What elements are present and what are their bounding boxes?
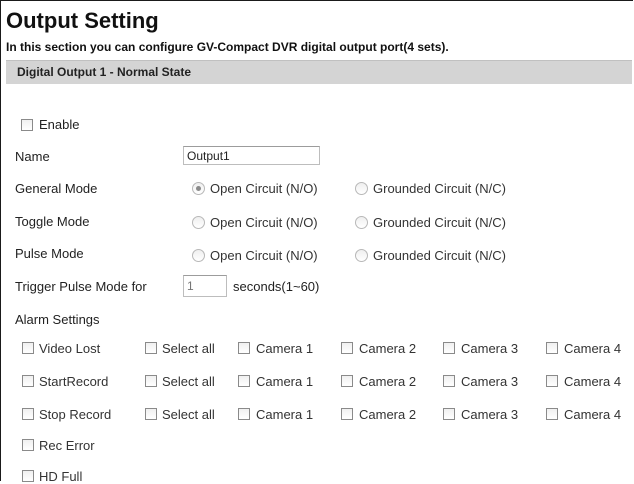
toggle-mode-grounded-radio[interactable] bbox=[355, 216, 368, 229]
start-record-camera-2-checkbox[interactable] bbox=[341, 375, 353, 387]
enable-checkbox[interactable] bbox=[21, 119, 33, 131]
video-lost-label: Video Lost bbox=[39, 341, 101, 356]
general-mode-grounded-radio[interactable] bbox=[355, 182, 368, 195]
pulse-mode-grounded-label: Grounded Circuit (N/C) bbox=[373, 248, 506, 263]
start-record-label: StartRecord bbox=[39, 374, 109, 389]
start-record-select-all-label: Select all bbox=[162, 374, 215, 389]
stop-record-camera-2-checkbox[interactable] bbox=[341, 408, 353, 420]
video-lost-camera-1-checkbox[interactable] bbox=[238, 342, 250, 354]
enable-label: Enable bbox=[39, 117, 80, 132]
stop-record-select-all-checkbox[interactable] bbox=[145, 408, 157, 420]
rec-error-label: Rec Error bbox=[39, 438, 95, 453]
name-input[interactable] bbox=[183, 146, 320, 165]
start-record-camera-3-label: Camera 3 bbox=[461, 374, 519, 389]
stop-record-select-all-label: Select all bbox=[162, 407, 215, 422]
hd-full-checkbox[interactable] bbox=[22, 470, 34, 482]
general-mode-label: General Mode bbox=[15, 181, 98, 196]
stop-record-camera-1-checkbox[interactable] bbox=[238, 408, 250, 420]
stop-record-camera-4-checkbox[interactable] bbox=[546, 408, 558, 420]
rec-error-checkbox[interactable] bbox=[22, 439, 34, 451]
trigger-pulse-seconds-input[interactable] bbox=[183, 275, 227, 297]
start-record-camera-3-checkbox[interactable] bbox=[443, 375, 455, 387]
start-record-camera-1-label: Camera 1 bbox=[256, 374, 314, 389]
stop-record-camera-1-label: Camera 1 bbox=[256, 407, 314, 422]
start-record-select-all-checkbox[interactable] bbox=[145, 375, 157, 387]
start-record-camera-2-label: Camera 2 bbox=[359, 374, 417, 389]
start-record-camera-1-checkbox[interactable] bbox=[238, 375, 250, 387]
page-title: Output Setting bbox=[6, 8, 159, 33]
hd-full-label: HD Full bbox=[39, 469, 83, 484]
toggle-mode-label: Toggle Mode bbox=[15, 214, 90, 229]
stop-record-checkbox[interactable] bbox=[22, 408, 34, 420]
toggle-mode-grounded-label: Grounded Circuit (N/C) bbox=[373, 215, 506, 230]
stop-record-camera-3-label: Camera 3 bbox=[461, 407, 519, 422]
trigger-pulse-suffix: seconds(1~60) bbox=[233, 279, 320, 294]
stop-record-camera-3-checkbox[interactable] bbox=[443, 408, 455, 420]
name-label: Name bbox=[15, 149, 50, 164]
pulse-mode-open-radio[interactable] bbox=[192, 249, 205, 262]
stop-record-camera-2-label: Camera 2 bbox=[359, 407, 417, 422]
general-mode-open-label: Open Circuit (N/O) bbox=[210, 181, 318, 196]
video-lost-select-all-checkbox[interactable] bbox=[145, 342, 157, 354]
video-lost-camera-3-checkbox[interactable] bbox=[443, 342, 455, 354]
video-lost-camera-4-checkbox[interactable] bbox=[546, 342, 558, 354]
video-lost-camera-2-checkbox[interactable] bbox=[341, 342, 353, 354]
video-lost-camera-3-label: Camera 3 bbox=[461, 341, 519, 356]
start-record-checkbox[interactable] bbox=[22, 375, 34, 387]
video-lost-select-all-label: Select all bbox=[162, 341, 215, 356]
toggle-mode-open-label: Open Circuit (N/O) bbox=[210, 215, 318, 230]
stop-record-label: Stop Record bbox=[39, 407, 112, 422]
video-lost-camera-1-label: Camera 1 bbox=[256, 341, 314, 356]
video-lost-checkbox[interactable] bbox=[22, 342, 34, 354]
start-record-camera-4-label: Camera 4 bbox=[564, 374, 622, 389]
alarm-settings-label: Alarm Settings bbox=[15, 312, 100, 327]
section-header-label: Digital Output 1 - Normal State bbox=[17, 65, 192, 79]
pulse-mode-open-label: Open Circuit (N/O) bbox=[210, 248, 318, 263]
trigger-pulse-label: Trigger Pulse Mode for bbox=[15, 279, 147, 294]
page-description: In this section you can configure GV-Com… bbox=[6, 40, 449, 54]
toggle-mode-open-radio[interactable] bbox=[192, 216, 205, 229]
start-record-camera-4-checkbox[interactable] bbox=[546, 375, 558, 387]
video-lost-camera-4-label: Camera 4 bbox=[564, 341, 622, 356]
section-header: Digital Output 1 - Normal State bbox=[6, 60, 632, 84]
stop-record-camera-4-label: Camera 4 bbox=[564, 407, 622, 422]
pulse-mode-label: Pulse Mode bbox=[15, 246, 84, 261]
general-mode-open-radio[interactable] bbox=[192, 182, 205, 195]
pulse-mode-grounded-radio[interactable] bbox=[355, 249, 368, 262]
video-lost-camera-2-label: Camera 2 bbox=[359, 341, 417, 356]
general-mode-grounded-label: Grounded Circuit (N/C) bbox=[373, 181, 506, 196]
